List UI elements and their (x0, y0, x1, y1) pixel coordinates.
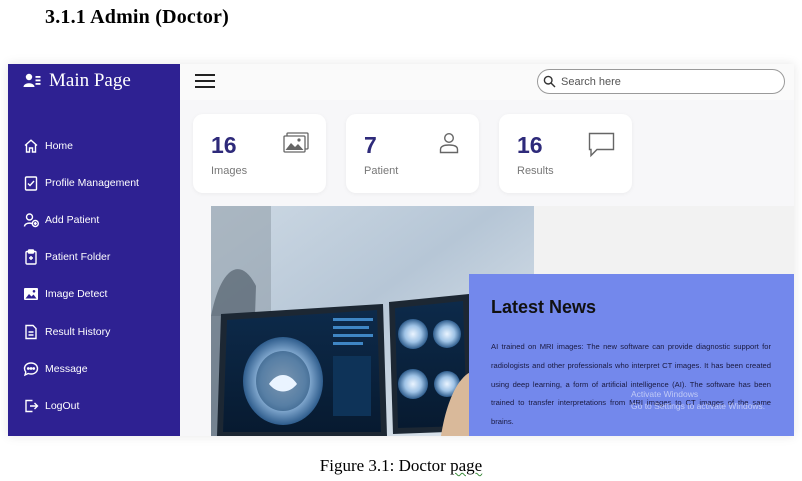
search-icon (543, 75, 556, 88)
logout-icon (25, 399, 39, 413)
sidebar-item-label: Result History (45, 325, 111, 338)
sidebar-item-label: Add Patient (45, 213, 100, 226)
sidebar: Main Page Home Profile Management Add Pa… (8, 64, 180, 436)
latest-news-panel: Latest News AI trained on MRI images: Th… (469, 274, 794, 436)
stat-value: 16 (211, 132, 237, 158)
stat-card-images[interactable]: 16 Images (193, 114, 326, 193)
sidebar-item-result-history[interactable]: Result History (8, 313, 180, 350)
sidebar-item-profile-management[interactable]: Profile Management (8, 164, 180, 201)
stat-value: 7 (364, 132, 377, 158)
hero-banner: Latest News AI trained on MRI images: Th… (211, 206, 794, 436)
user-card-icon (23, 73, 41, 87)
document-icon (25, 324, 37, 339)
home-icon (24, 138, 38, 153)
search-box (537, 69, 785, 94)
sidebar-item-logout[interactable]: LogOut (8, 387, 180, 424)
menu-line (195, 74, 215, 76)
message-square-icon (588, 132, 615, 158)
sidebar-item-label: Profile Management (45, 176, 139, 189)
stat-label: Results (517, 165, 554, 177)
sidebar-item-label: Message (45, 362, 88, 375)
stat-label: Images (211, 165, 248, 177)
top-bar (180, 64, 794, 100)
clipboard-check-icon (24, 176, 38, 191)
sidebar-item-patient-folder[interactable]: Patient Folder (8, 239, 180, 276)
person-icon (439, 132, 459, 154)
caption-word: page (450, 456, 483, 475)
stat-value: 16 (517, 132, 543, 158)
sidebar-item-image-detect[interactable]: Image Detect (8, 276, 180, 313)
caption-text: Figure 3.1: Doctor (319, 456, 451, 475)
user-plus-icon (23, 213, 39, 228)
menu-line (195, 80, 215, 82)
activation-watermark: Activate Windows Go to Settings to activ… (631, 388, 765, 412)
menu-toggle-button[interactable] (195, 74, 215, 90)
search-input[interactable] (559, 72, 778, 92)
sidebar-item-label: Home (45, 139, 74, 152)
sidebar-item-message[interactable]: Message (8, 350, 180, 387)
images-icon (283, 132, 309, 153)
news-title: Latest News (491, 297, 597, 317)
sidebar-brand: Main Page (23, 70, 131, 92)
section-heading: 3.1.1 Admin (Doctor) (45, 6, 229, 28)
sidebar-item-label: Image Detect (45, 288, 108, 301)
watermark-line: Activate Windows (631, 389, 699, 399)
doctor-page-screenshot: Main Page Home Profile Management Add Pa… (8, 64, 794, 436)
figure-caption: Figure 3.1: Doctor page (0, 456, 802, 476)
stat-label: Patient (364, 165, 399, 177)
chat-bubble-icon (23, 362, 39, 376)
sidebar-item-label: Patient Folder (45, 251, 111, 264)
folder-clipboard-icon (25, 249, 37, 265)
stat-card-results[interactable]: 16 Results (499, 114, 632, 193)
menu-line (195, 86, 215, 88)
sidebar-nav: Home Profile Management Add Patient Pati… (8, 127, 180, 425)
image-icon (24, 288, 38, 301)
sidebar-item-home[interactable]: Home (8, 127, 180, 164)
stat-card-patient[interactable]: 7 Patient (346, 114, 479, 193)
watermark-line: Go to Settings to activate Windows. (631, 401, 766, 411)
sidebar-item-label: LogOut (45, 399, 80, 412)
sidebar-item-add-patient[interactable]: Add Patient (8, 201, 180, 238)
sidebar-title: Main Page (49, 70, 131, 91)
news-body: AI trained on MRI images: The new softwa… (491, 342, 771, 427)
